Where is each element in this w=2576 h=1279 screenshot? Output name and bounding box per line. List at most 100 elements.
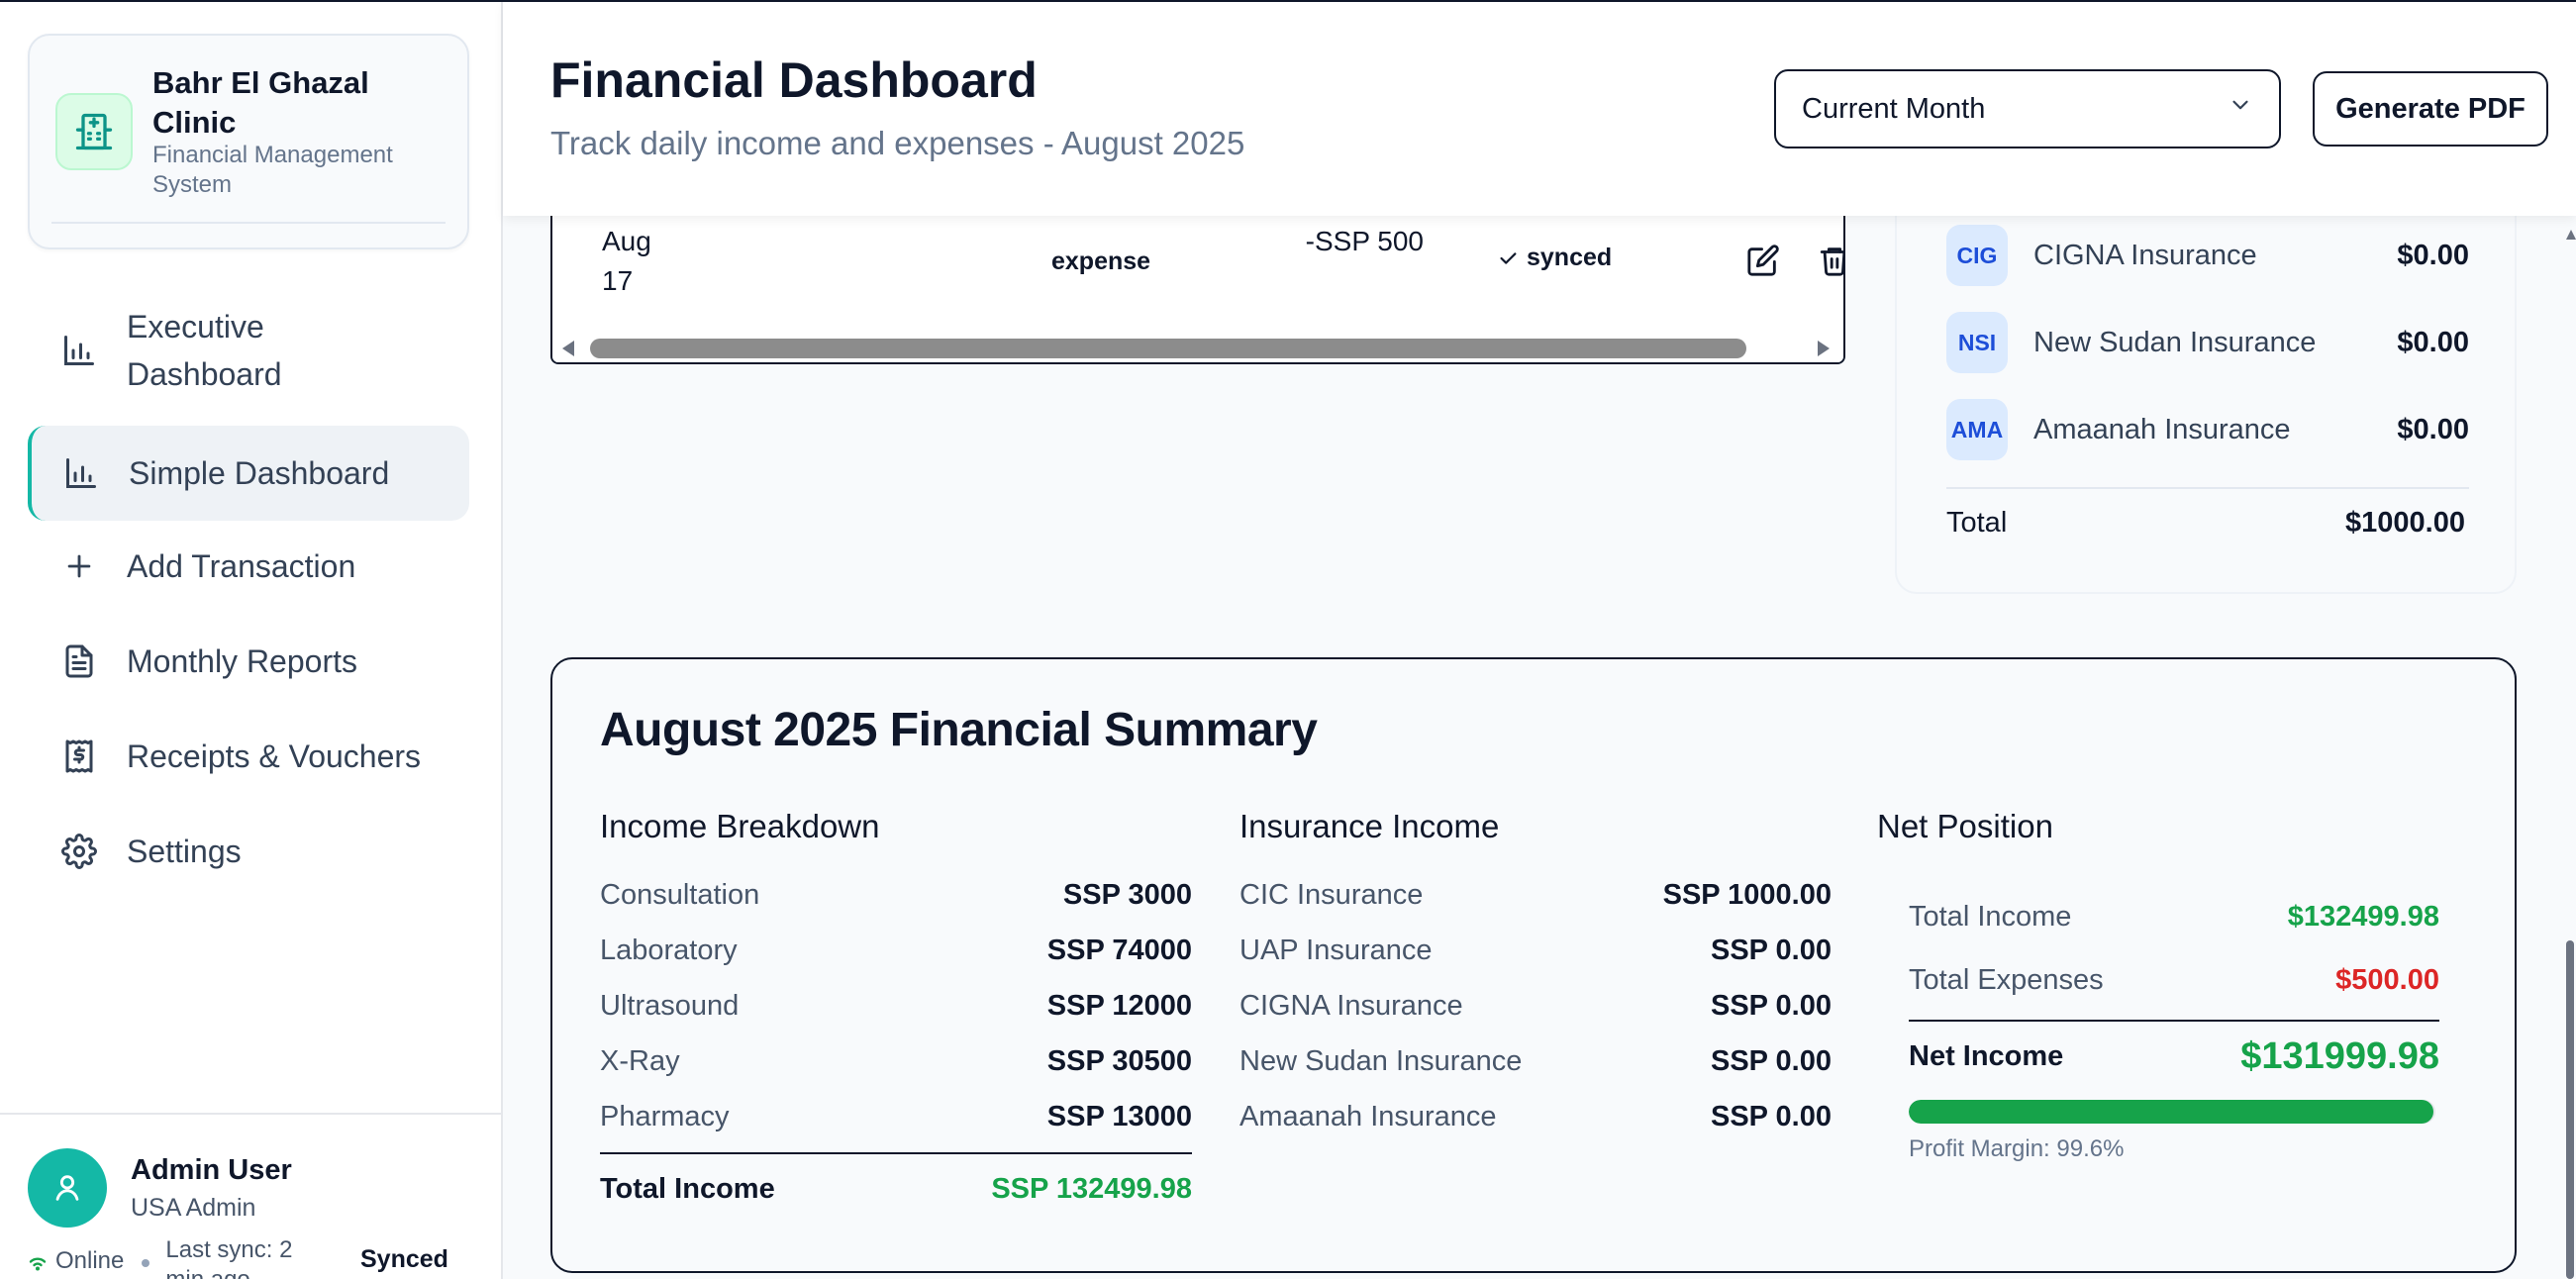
income-label: Laboratory xyxy=(600,935,738,966)
profit-margin-fill xyxy=(1909,1100,2433,1124)
insurance-income: Insurance Income CIC Insurance SSP 1000.0… xyxy=(1239,808,1832,1144)
insurance-income-value: SSP 0.00 xyxy=(1710,935,1832,966)
income-label: X-Ray xyxy=(600,1045,680,1077)
insurance-row: CIG CIGNA Insurance $0.00 xyxy=(1946,224,2469,287)
insurance-card: CIG CIGNA Insurance $0.00 NSI New Sudan … xyxy=(1895,188,2517,594)
profit-margin-label: Profit Margin: 99.6% xyxy=(1909,1135,2125,1162)
brand-card: Bahr El Ghazal Clinic Financial Manageme… xyxy=(28,34,469,249)
plus-icon xyxy=(57,544,101,588)
scroll-left-arrow[interactable] xyxy=(562,341,574,356)
sidebar-item-label: Receipts & Vouchers xyxy=(127,738,422,774)
income-total-row: Total Income SSP 132499.98 xyxy=(600,1164,1192,1214)
income-row: Consultation SSP 3000 xyxy=(600,867,1192,923)
sync-status: Synced xyxy=(360,1245,448,1273)
net-income-label: Net Income xyxy=(1909,1040,2064,1072)
net-total-expenses-value: $500.00 xyxy=(2335,964,2439,996)
net-total-expenses-label: Total Expenses xyxy=(1909,964,2104,996)
generate-pdf-button[interactable]: Generate PDF xyxy=(2313,71,2548,147)
sidebar-item-simple-dashboard[interactable]: Simple Dashboard xyxy=(28,426,469,521)
insurance-income-row: UAP Insurance SSP 0.00 xyxy=(1239,923,1832,978)
transaction-type: expense xyxy=(1051,247,1151,275)
net-income-row: Net Income $131999.98 xyxy=(1909,1035,2439,1078)
insurance-amount: $0.00 xyxy=(2397,239,2469,271)
income-breakdown: Income Breakdown Consultation SSP 3000 La… xyxy=(600,808,1192,1214)
net-total-income-row: Total Income $132499.98 xyxy=(1909,885,2439,948)
online-label: Online xyxy=(55,1247,125,1274)
insurance-name: Amaanah Insurance xyxy=(2033,413,2291,445)
income-label: Consultation xyxy=(600,879,760,911)
page-scrollbar-thumb[interactable] xyxy=(2566,940,2574,1279)
income-row: Ultrasound SSP 12000 xyxy=(600,978,1192,1033)
income-value: SSP 74000 xyxy=(1046,935,1192,966)
page-subtitle: Track daily income and expenses - August… xyxy=(550,125,1245,161)
net-income-value: $131999.98 xyxy=(2240,1035,2439,1077)
net-position-title: Net Position xyxy=(1877,808,2053,844)
divider xyxy=(51,222,446,224)
transaction-date: Aug 17 xyxy=(602,222,681,301)
edit-icon[interactable] xyxy=(1746,244,1780,277)
transaction-date-text: Aug 17 xyxy=(602,226,651,296)
horizontal-scrollbar[interactable] xyxy=(552,333,1843,362)
scroll-up-arrow[interactable] xyxy=(2566,230,2576,240)
period-select-value: Current Month xyxy=(1802,92,1986,125)
insurance-income-value: SSP 0.00 xyxy=(1710,1045,1832,1077)
period-select[interactable]: Current Month xyxy=(1774,69,2281,148)
trash-icon[interactable] xyxy=(1818,244,1843,277)
sidebar-item-label: Simple Dashboard xyxy=(129,455,390,491)
page-title: Financial Dashboard xyxy=(550,52,1038,108)
transaction-status: synced xyxy=(1497,244,1612,272)
income-label: Pharmacy xyxy=(600,1101,730,1132)
user-name: Admin User xyxy=(131,1154,292,1186)
sidebar-item-label: Executive Dashboard xyxy=(127,309,282,392)
summary-title: August 2025 Financial Summary xyxy=(600,704,1318,756)
insurance-income-label: CIC Insurance xyxy=(1239,879,1424,911)
insurance-income-label: CIGNA Insurance xyxy=(1239,990,1463,1022)
insurance-income-value: SSP 0.00 xyxy=(1710,990,1832,1022)
insurance-income-row: CIC Insurance SSP 1000.00 xyxy=(1239,867,1832,923)
transaction-amount: -SSP 500 xyxy=(1305,226,1424,256)
income-label: Ultrasound xyxy=(600,990,740,1022)
income-value: SSP 12000 xyxy=(1046,990,1192,1022)
page-header: Financial Dashboard Track daily income a… xyxy=(503,0,2576,216)
separator-dot xyxy=(142,1259,150,1267)
chevron-down-icon xyxy=(2228,92,2253,126)
insurance-total-label: Total xyxy=(1946,507,2008,539)
insurance-income-label: Amaanah Insurance xyxy=(1239,1101,1497,1132)
gear-icon xyxy=(57,830,101,873)
scrollbar-thumb[interactable] xyxy=(590,339,1746,358)
user-role: USA Admin xyxy=(131,1194,256,1222)
sidebar-item-label: Settings xyxy=(127,834,242,869)
insurance-income-value: SSP 1000.00 xyxy=(1662,879,1832,911)
income-breakdown-title: Income Breakdown xyxy=(600,808,880,844)
app-subtitle: Financial Management System xyxy=(152,142,393,198)
online-indicator: Online xyxy=(26,1247,124,1275)
insurance-amount: $0.00 xyxy=(2397,413,2469,445)
divider xyxy=(1909,1020,2439,1022)
sidebar-item-settings[interactable]: Settings xyxy=(28,828,469,875)
income-total-value: SSP 132499.98 xyxy=(991,1173,1192,1205)
hospital-icon xyxy=(55,93,133,170)
income-row: Pharmacy SSP 13000 xyxy=(600,1089,1192,1144)
financial-summary-card: August 2025 Financial Summary Income Bre… xyxy=(550,657,2517,1273)
avatar[interactable] xyxy=(28,1148,107,1228)
insurance-badge: CIG xyxy=(1946,225,2008,286)
check-icon xyxy=(1500,251,1517,264)
net-total-expenses-row: Total Expenses $500.00 xyxy=(1909,948,2439,1012)
sidebar: Bahr El Ghazal Clinic Financial Manageme… xyxy=(0,0,503,1279)
sidebar-item-add-transaction[interactable]: Add Transaction xyxy=(28,542,469,590)
insurance-income-row: CIGNA Insurance SSP 0.00 xyxy=(1239,978,1832,1033)
clinic-name: Bahr El Ghazal Clinic xyxy=(152,65,369,140)
window-top-border xyxy=(0,0,2576,2)
sidebar-item-monthly-reports[interactable]: Monthly Reports xyxy=(28,638,469,685)
sidebar-item-receipts-vouchers[interactable]: Receipts & Vouchers xyxy=(28,733,469,780)
insurance-total-value: $1000.00 xyxy=(2345,507,2465,539)
insurance-badge: AMA xyxy=(1946,399,2008,460)
income-row: Laboratory SSP 74000 xyxy=(600,923,1192,978)
transaction-status-label: synced xyxy=(1527,244,1613,271)
scroll-right-arrow[interactable] xyxy=(1818,341,1830,356)
bar-chart-icon xyxy=(57,329,101,372)
insurance-badge: NSI xyxy=(1946,312,2008,373)
insurance-income-row: New Sudan Insurance SSP 0.00 xyxy=(1239,1033,1832,1089)
net-total-income-label: Total Income xyxy=(1909,901,2072,933)
sidebar-item-executive-dashboard[interactable]: Executive Dashboard xyxy=(28,303,469,398)
